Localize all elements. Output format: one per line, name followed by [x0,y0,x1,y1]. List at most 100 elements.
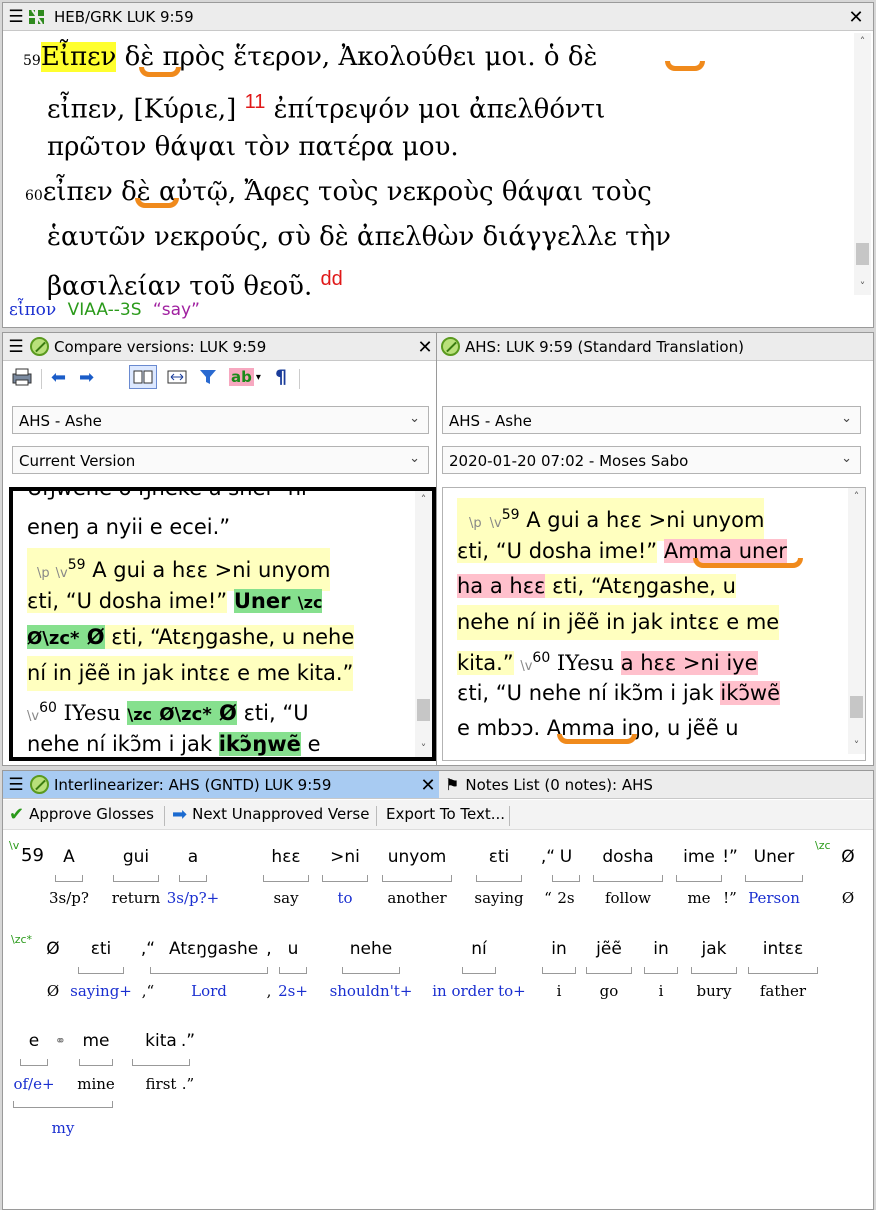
interlinear-token[interactable]: u [253,939,333,959]
greek-title: HEB/GRK LUK 9:59 [54,7,194,26]
greek-text-area[interactable]: 59Εἶπεν δὲ πρὸς ἕτερον, Ἀκολούθει μοι. ὁ… [3,31,853,302]
gloss-text[interactable]: shouldn't+ [321,982,421,1000]
diff-word: ikɔ̃ŋwẽ [218,732,301,756]
export-button[interactable]: Export To Text... [386,800,505,828]
greek-word[interactable]: δὲ [560,42,598,72]
approve-glosses-button[interactable]: ✔ Approve Glosses [9,800,154,828]
diff-change: a hεε >ni iye [620,651,758,675]
usfm-text: IYesu [56,701,121,725]
diff-insertion: Uner \zc [233,589,323,613]
token-bracket [279,967,307,974]
interlinear-token[interactable]: nehe [331,939,411,959]
scroll-thumb[interactable] [417,699,430,721]
token-bracket [55,875,83,882]
gloss-text[interactable]: Ø [798,889,873,907]
ahs-titlebar: AHS: LUK 9:59 (Standard Translation) [437,333,873,361]
compare-scrollbar[interactable]: ˄ ˅ [415,491,432,757]
gloss-text[interactable]: father [733,982,833,1000]
status-lemma: εἶπον [9,300,57,320]
close-icon[interactable]: ✕ [845,3,867,31]
verse-number: 59 [67,557,86,573]
usfm-text: εti, “U dosha ime!” [27,589,228,613]
diff-insertion: Ø\zc* Ø [27,625,105,649]
scroll-down-icon[interactable]: ˅ [854,278,871,295]
usfm-text: εti, “Atεŋgashe, u nehe [104,625,355,649]
hamburger-menu-icon[interactable]: ☰ [6,3,26,31]
interlinear-token[interactable]: dosha [588,847,668,867]
link-status-icon[interactable] [30,775,49,794]
revision-dropdown[interactable]: Current Version ⌄ [12,446,429,474]
close-icon[interactable]: ✕ [414,333,436,361]
note-marker[interactable]: dd [321,268,343,290]
close-icon[interactable]: ✕ [417,771,439,799]
verse-number: 60 [532,650,551,666]
token-bracket [382,875,452,882]
interlinearizer-titlebar: ☰ Interlinearizer: AHS (GNTD) LUK 9:59 ✕ [3,771,439,799]
link-status-icon[interactable] [441,337,460,356]
scroll-thumb[interactable] [856,243,869,265]
token-bracket [79,1059,113,1066]
greek-status-bar: εἶπον VIAA--3S “say” [9,300,200,320]
token-bracket [593,875,663,882]
interlinear-token[interactable]: Uner [734,847,814,867]
usfm-marker: \p [37,566,50,581]
export-label: Export To Text... [386,805,506,823]
link-status-icon[interactable] [30,337,49,356]
hamburger-menu-icon[interactable]: ☰ [6,771,26,799]
usfm-text: nehe ní ikɔ̃m i jak [27,732,212,756]
book-view-icon[interactable] [129,365,157,389]
greek-scrollbar[interactable]: ˄ ˅ [854,33,871,295]
scroll-up-icon[interactable]: ˄ [854,33,871,50]
gloss-text[interactable]: .” [138,1075,238,1093]
gloss-text[interactable]: 3s/p?+ [143,889,243,907]
interlinear-token[interactable]: >ni [305,847,385,867]
version-dropdown[interactable]: AHS - Ashe ⌄ [442,406,861,434]
hamburger-menu-icon[interactable]: ☰ [6,333,26,361]
interlinear-token[interactable]: Ø [808,847,873,867]
interlinear-token[interactable]: unyom [377,847,457,867]
interlinear-toolbar: ✔ Approve Glosses ➡ Next Unapproved Verse … [3,800,873,830]
filter-icon[interactable] [199,363,217,391]
interlinear-token[interactable]: .” [148,1031,228,1051]
scroll-down-icon[interactable]: ˅ [415,740,432,757]
interlinear-token[interactable]: a [153,847,233,867]
token-bracket [644,967,678,974]
ahs-scrollbar[interactable]: ˄ ˅ [848,488,865,754]
pilcrow-button[interactable]: ¶ [275,363,287,391]
scroll-up-icon[interactable]: ˄ [848,488,865,505]
greek-text: πρὸς ἕτερον, Ἀκολούθει μοι. ὁ [154,42,560,72]
version-dropdown-value: AHS - Ashe [19,412,102,430]
next-unapproved-button[interactable]: ➡ Next Unapproved Verse [172,800,369,828]
forward-arrow-icon[interactable]: ➡ [79,363,94,391]
token-bracket [132,1059,190,1066]
notes-titlebar[interactable]: ⚑ Notes List (0 notes): AHS [439,771,873,799]
usfm-text: eneŋ a nyii e ecei.” [27,515,231,539]
interlinear-token[interactable]: jak [674,939,754,959]
usfm-text: ní in jẽẽ in jak intεε e me kita.” [27,661,354,685]
token-bracket [13,1101,113,1108]
version-dropdown[interactable]: AHS - Ashe ⌄ [12,406,429,434]
revision-dropdown[interactable]: 2020-01-20 07:02 - Moses Sabo ⌄ [442,446,861,474]
approve-label: Approve Glosses [29,805,154,823]
scroll-up-icon[interactable]: ˄ [415,491,432,508]
diff-insertion: \zc Ø\zc* Ø [127,701,237,725]
verse-number: 60 [39,700,57,716]
note-marker[interactable]: 11 [245,91,266,113]
usfm-text: εti, “Atεŋgashe, u [545,574,736,598]
highlight-dropdown[interactable]: ab ▾ [229,363,261,391]
gloss-text[interactable]: my [13,1119,113,1137]
next-label: Next Unapproved Verse [192,805,370,823]
usfm-text: εti, “U [236,701,309,725]
usfm-text: kita.” [457,651,514,675]
scroll-thumb[interactable] [850,696,863,718]
selected-word[interactable]: Εἶπεν [40,42,117,72]
interlinear-token[interactable]: ní [439,939,519,959]
print-icon[interactable] [11,363,33,391]
diff-marker: Ø\zc* [27,628,80,649]
scroll-down-icon[interactable]: ˅ [848,737,865,754]
interlinear-token[interactable]: intεε [743,939,823,959]
columns-icon[interactable] [167,363,187,391]
ahs-text-panel[interactable]: \p \v59 A gui a hεε >ni unyom εti, “U dos… [442,487,866,761]
back-arrow-icon[interactable]: ⬅ [51,363,66,391]
compare-text-panel[interactable]: Uŋwene o ŋneke a snei “ni eneŋ a nyii e … [9,487,436,761]
